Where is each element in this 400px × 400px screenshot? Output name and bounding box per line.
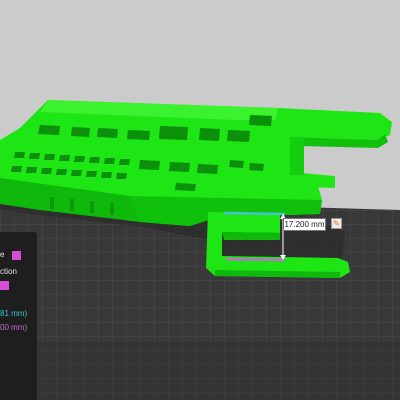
measure-line-bottom <box>225 257 286 262</box>
3d-viewport[interactable]: 17.200 mm ✎ e ction 81 mm) 00 mm) <box>0 0 400 400</box>
model-plate[interactable] <box>0 100 322 226</box>
measurement-side-panel: e ction 81 mm) 00 mm) <box>0 232 37 400</box>
measurement-distance-label: 17.200 mm <box>283 218 326 231</box>
panel-row-label-2: ction <box>0 267 17 276</box>
measure-line-top <box>223 211 286 216</box>
color-swatch-2[interactable] <box>0 281 9 290</box>
pencil-edit-icon[interactable]: ✎ <box>331 218 342 229</box>
panel-mm-value-2: 00 mm) <box>0 323 28 332</box>
panel-mm-value-1: 81 mm) <box>0 309 28 318</box>
scene-canvas <box>0 0 400 400</box>
color-swatch-1[interactable] <box>12 251 21 260</box>
